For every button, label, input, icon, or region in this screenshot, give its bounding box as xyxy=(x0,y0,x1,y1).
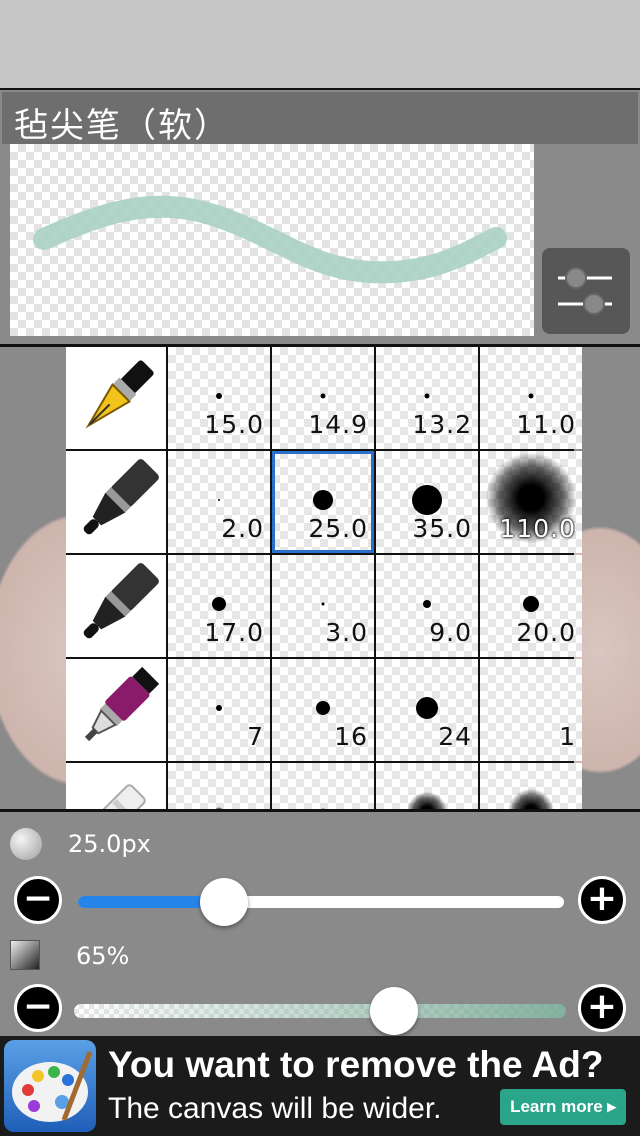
brush-preset-cell[interactable]: 9.0 xyxy=(376,555,478,657)
brush-dot-preview xyxy=(412,484,442,515)
brush-preset-cell[interactable]: 16 xyxy=(272,659,374,761)
opacity-decrease-button[interactable]: − xyxy=(14,984,62,1032)
brush-dot-preview xyxy=(423,599,431,608)
brush-preset-cell[interactable] xyxy=(272,763,374,809)
brush-dot-preview xyxy=(320,393,326,399)
size-slider[interactable] xyxy=(78,896,564,908)
brush-preset-cell[interactable]: 2.0 xyxy=(168,451,270,553)
brush-controls: 25.0px − + 65% − + xyxy=(0,812,640,1036)
brush-preset-cell[interactable]: 14.9 xyxy=(272,347,374,449)
size-increase-button[interactable]: + xyxy=(578,876,626,924)
brush-grid-area: 15.0 14.9 13.2 11.0 2.0 25.0 35.0 110.0 17.0 3.0 9… xyxy=(0,344,640,812)
brush-preset-cell[interactable] xyxy=(480,763,582,809)
brush-preset-cell[interactable] xyxy=(168,763,270,809)
brush-size-value: 25.0 xyxy=(308,514,368,543)
paint-palette-icon xyxy=(4,1040,96,1132)
brush-preset-cell[interactable]: 25.0 xyxy=(272,451,374,553)
brush-dot-preview xyxy=(218,498,220,501)
brush-dot-preview xyxy=(212,596,226,611)
minus-icon: − xyxy=(22,985,54,1027)
marker-icon xyxy=(66,659,166,761)
brush-size-value: 20.0 xyxy=(516,618,576,647)
opacity-slider-knob[interactable] xyxy=(369,987,418,1035)
airbrush-icon xyxy=(66,763,166,809)
brush-dot-preview xyxy=(321,602,325,606)
brush-size-value: 24 xyxy=(438,722,472,751)
brush-stroke-preview xyxy=(10,144,534,336)
brush-size-value: 9.0 xyxy=(429,618,472,647)
sliders-icon xyxy=(558,267,612,315)
brush-dot-preview xyxy=(508,788,554,809)
brush-size-icon xyxy=(10,828,42,860)
brush-preset-cell[interactable] xyxy=(376,763,478,809)
opacity-increase-button[interactable]: + xyxy=(578,984,626,1032)
minus-icon: − xyxy=(22,877,54,919)
brush-size-value: 13.2 xyxy=(412,410,472,439)
ad-title: You want to remove the Ad? xyxy=(108,1044,604,1085)
felt-pen-icon xyxy=(66,555,166,657)
brush-size-value: 110.0 xyxy=(499,514,576,543)
brush-preset-cell[interactable]: 24 xyxy=(376,659,478,761)
opacity-label: 65% xyxy=(76,942,130,970)
brush-size-value: 7 xyxy=(247,722,264,751)
brush-preset-cell[interactable]: 35.0 xyxy=(376,451,478,553)
brush-size-value: 14.9 xyxy=(308,410,368,439)
brush-size-value: 17.0 xyxy=(204,618,264,647)
brush-panel: 毡尖笔（软） 15.0 14.9 13.2 11.0 2.0 25.0 35.0 110.0 1… xyxy=(0,88,640,1036)
size-slider-knob[interactable] xyxy=(199,878,248,926)
brush-dot-preview xyxy=(216,392,222,399)
brush-preset-cell[interactable]: 3.0 xyxy=(272,555,374,657)
brush-size-value: 2.0 xyxy=(221,514,264,543)
brush-size-value: 35.0 xyxy=(412,514,472,543)
plus-icon: + xyxy=(586,985,618,1027)
opacity-slider[interactable] xyxy=(74,1004,566,1018)
brush-dot-preview xyxy=(316,700,330,715)
brush-title: 毡尖笔（软） xyxy=(14,106,230,146)
fountain-pen-icon xyxy=(66,347,166,449)
brush-settings-button[interactable] xyxy=(542,248,630,334)
brush-preset-cell[interactable]: 20.0 xyxy=(480,555,582,657)
brush-preset-cell[interactable]: 1 xyxy=(480,659,582,761)
brush-size-value: 3.0 xyxy=(325,618,368,647)
brush-title-bar: 毡尖笔（软） xyxy=(2,92,638,146)
brush-preset-cell[interactable]: 13.2 xyxy=(376,347,478,449)
plus-icon: + xyxy=(586,877,618,919)
brush-size-value: 15.0 xyxy=(204,410,264,439)
brush-size-label: 25.0px xyxy=(68,830,151,858)
brush-size-value: 11.0 xyxy=(516,410,576,439)
opacity-icon xyxy=(10,940,40,970)
learn-more-button[interactable]: Learn more ▸ xyxy=(500,1089,626,1125)
brush-preset-cell[interactable]: 15.0 xyxy=(168,347,270,449)
brush-grid: 15.0 14.9 13.2 11.0 2.0 25.0 35.0 110.0 17.0 3.0 9… xyxy=(66,347,582,809)
brush-preset-cell[interactable]: 11.0 xyxy=(480,347,582,449)
brush-size-value: 1 xyxy=(559,722,576,751)
brush-preset-cell[interactable]: 7 xyxy=(168,659,270,761)
brush-dot-preview xyxy=(528,393,534,399)
brush-size-value: 16 xyxy=(334,722,368,751)
brush-dot-preview xyxy=(523,595,539,612)
felt-pen-icon xyxy=(66,451,166,553)
preview-stroke xyxy=(33,195,507,284)
brush-dot-preview xyxy=(216,704,222,711)
brush-dot-preview xyxy=(424,393,430,399)
brush-preset-cell[interactable]: 17.0 xyxy=(168,555,270,657)
top-bar xyxy=(0,0,640,88)
ad-subtitle: The canvas will be wider. xyxy=(108,1092,442,1125)
brush-dot-preview xyxy=(416,696,438,719)
brush-dot-preview xyxy=(313,489,333,510)
size-decrease-button[interactable]: − xyxy=(14,876,62,924)
brush-dot-preview xyxy=(407,791,447,809)
brush-preset-cell[interactable]: 110.0 xyxy=(480,451,582,553)
